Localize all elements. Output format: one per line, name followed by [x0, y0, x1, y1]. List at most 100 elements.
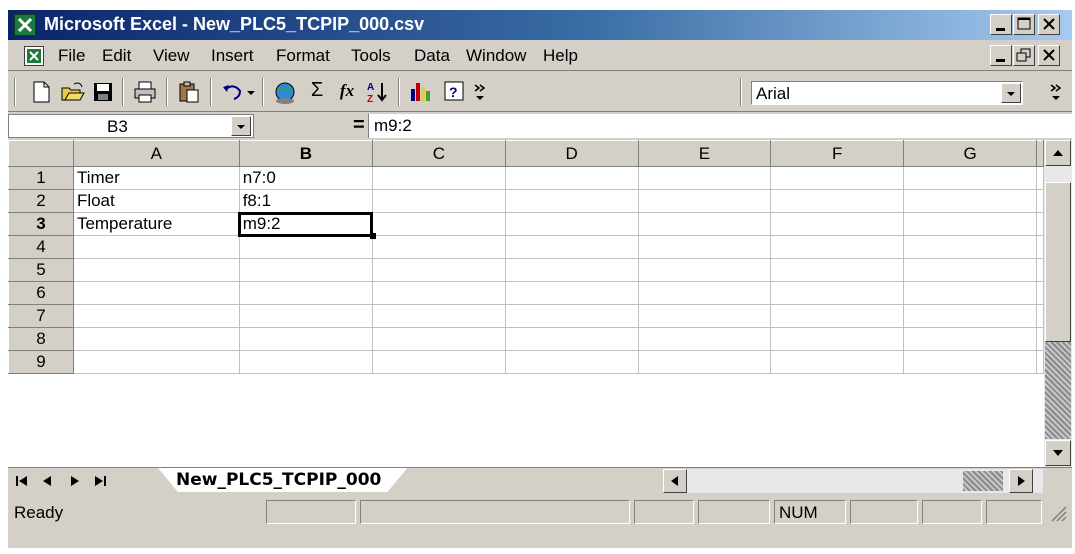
cell-f9[interactable]	[770, 350, 905, 374]
print-icon[interactable]	[132, 79, 158, 105]
select-all-corner[interactable]	[8, 140, 74, 167]
menu-format[interactable]: Format	[276, 46, 330, 66]
cell-g1[interactable]	[903, 166, 1037, 190]
row-header-5[interactable]: 5	[8, 258, 74, 282]
cell-d6[interactable]	[504, 281, 639, 305]
vertical-scrollbar[interactable]	[1044, 140, 1072, 467]
cell-overflow[interactable]	[1036, 350, 1044, 374]
cell-g7[interactable]	[903, 304, 1037, 328]
cell-a5[interactable]	[72, 258, 240, 282]
scroll-down-button[interactable]	[1045, 440, 1071, 466]
formatting-more-buttons-icon[interactable]	[1048, 79, 1066, 105]
first-sheet-icon[interactable]	[12, 471, 32, 491]
cell-c9[interactable]	[371, 350, 506, 374]
cell-f3[interactable]	[770, 212, 905, 236]
cell-f5[interactable]	[770, 258, 905, 282]
cell-a2[interactable]: Float	[72, 189, 240, 213]
cell-e5[interactable]	[637, 258, 772, 282]
row-header-1[interactable]: 1	[8, 166, 74, 190]
cell-overflow[interactable]	[1036, 235, 1044, 259]
toolbar-grip[interactable]	[14, 78, 16, 106]
cell-b9[interactable]	[238, 350, 373, 374]
menu-data[interactable]: Data	[414, 46, 450, 66]
cell-c1[interactable]	[371, 166, 506, 190]
cell-e1[interactable]	[637, 166, 772, 190]
cell-c3[interactable]	[371, 212, 506, 236]
cell-g4[interactable]	[903, 235, 1037, 259]
cell-b6[interactable]	[238, 281, 373, 305]
paste-icon[interactable]	[176, 79, 202, 105]
scroll-left-button[interactable]	[663, 469, 687, 493]
new-icon[interactable]	[28, 79, 54, 105]
column-header-e[interactable]: E	[637, 140, 772, 167]
cell-f8[interactable]	[770, 327, 905, 351]
more-buttons-icon[interactable]	[472, 79, 490, 105]
resize-grip-icon[interactable]	[1048, 503, 1068, 523]
cell-e7[interactable]	[637, 304, 772, 328]
cell-d9[interactable]	[504, 350, 639, 374]
workbook-minimize-button[interactable]	[990, 45, 1012, 66]
cell-g8[interactable]	[903, 327, 1037, 351]
cell-overflow[interactable]	[1036, 189, 1044, 213]
cell-c6[interactable]	[371, 281, 506, 305]
vertical-scroll-track[interactable]	[1045, 342, 1071, 439]
cell-e9[interactable]	[637, 350, 772, 374]
minimize-button[interactable]	[990, 14, 1012, 35]
menu-tools[interactable]: Tools	[351, 46, 391, 66]
cell-overflow[interactable]	[1036, 327, 1044, 351]
web-icon[interactable]	[272, 79, 298, 105]
save-icon[interactable]	[90, 79, 116, 105]
cell-a1[interactable]: Timer	[72, 166, 240, 190]
excel-app-icon[interactable]	[14, 14, 36, 36]
column-header-b[interactable]: B	[238, 140, 373, 167]
cell-c8[interactable]	[371, 327, 506, 351]
cell-b3[interactable]: m9:2	[238, 211, 377, 240]
cell-e8[interactable]	[637, 327, 772, 351]
column-header-a[interactable]: A	[72, 140, 240, 167]
cell-a9[interactable]	[72, 350, 240, 374]
cell-overflow[interactable]	[1036, 304, 1044, 328]
cell-d3[interactable]	[504, 212, 639, 236]
last-sheet-icon[interactable]	[90, 471, 110, 491]
column-header-g[interactable]: G	[903, 140, 1037, 167]
workbook-restore-button[interactable]	[1013, 45, 1035, 66]
column-header-c[interactable]: C	[371, 140, 506, 167]
cell-g3[interactable]	[903, 212, 1037, 236]
cell-f2[interactable]	[770, 189, 905, 213]
font-name-combobox[interactable]: Arial	[751, 81, 1023, 105]
cell-a4[interactable]	[72, 235, 240, 259]
cell-c2[interactable]	[371, 189, 506, 213]
cell-d5[interactable]	[504, 258, 639, 282]
menu-help[interactable]: Help	[543, 46, 578, 66]
cell-e3[interactable]	[637, 212, 772, 236]
scroll-up-button[interactable]	[1045, 140, 1071, 166]
cell-b2[interactable]: f8:1	[238, 189, 373, 213]
cell-g6[interactable]	[903, 281, 1037, 305]
cell-d4[interactable]	[504, 235, 639, 259]
close-button[interactable]	[1038, 14, 1060, 35]
cell-b7[interactable]	[238, 304, 373, 328]
menu-view[interactable]: View	[153, 46, 190, 66]
horizontal-scroll-thumb[interactable]	[963, 471, 1003, 491]
cell-d8[interactable]	[504, 327, 639, 351]
formula-equals-button[interactable]: =	[353, 114, 365, 137]
help-icon[interactable]: ?	[442, 79, 468, 105]
formula-input[interactable]: m9:2	[368, 114, 1072, 138]
undo-dropdown-icon[interactable]	[244, 79, 258, 105]
cell-e6[interactable]	[637, 281, 772, 305]
cell-overflow[interactable]	[1036, 258, 1044, 282]
cell-c7[interactable]	[371, 304, 506, 328]
menu-window[interactable]: Window	[466, 46, 526, 66]
row-header-7[interactable]: 7	[8, 304, 74, 328]
sort-ascending-icon[interactable]: AZ	[364, 79, 390, 105]
workbook-icon[interactable]	[24, 46, 44, 66]
column-header-f[interactable]: F	[770, 140, 905, 167]
cell-g2[interactable]	[903, 189, 1037, 213]
next-sheet-icon[interactable]	[64, 471, 84, 491]
row-header-9[interactable]: 9	[8, 350, 74, 374]
cell-a7[interactable]	[72, 304, 240, 328]
cell-f6[interactable]	[770, 281, 905, 305]
row-header-4[interactable]: 4	[8, 235, 74, 259]
name-box[interactable]: B3	[8, 114, 254, 138]
cell-a6[interactable]	[72, 281, 240, 305]
